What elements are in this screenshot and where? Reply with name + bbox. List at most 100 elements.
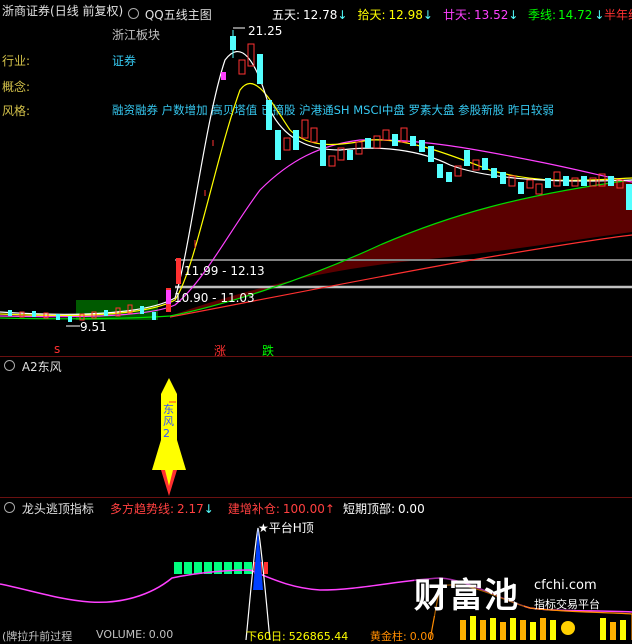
- candle: [608, 176, 614, 186]
- smiley-icon: [561, 621, 575, 635]
- footer-left: (牌拉升前过程: [2, 630, 73, 643]
- candle: [283, 137, 291, 151]
- candle: [428, 146, 434, 162]
- orange-block: [530, 622, 536, 640]
- panel-divider-1: [0, 356, 632, 357]
- candle: [152, 312, 156, 320]
- candle: [392, 134, 398, 146]
- orange-block: [470, 616, 476, 640]
- candle: [382, 129, 390, 141]
- candle: [563, 176, 569, 186]
- orange-block: [480, 620, 486, 640]
- orange-block: [620, 620, 626, 640]
- candle: [553, 171, 561, 187]
- volume-label: VOLUME:: [96, 628, 146, 641]
- candle: [400, 127, 408, 143]
- platform-text: 平台H顶: [268, 521, 314, 535]
- add-value: 100.00: [282, 502, 325, 516]
- volume-value: 0.00: [148, 628, 174, 641]
- candle: [68, 316, 72, 322]
- ma60-vol-label: 下60日:: [246, 630, 286, 643]
- candle: [140, 306, 144, 314]
- low-price-label: 9.51: [80, 320, 107, 334]
- candle: [482, 158, 488, 170]
- platform-top-label: ★平台H顶: [258, 519, 314, 536]
- watermark-site: cfchi.com: [534, 578, 597, 593]
- gold-label: 黄金柱:: [370, 630, 407, 643]
- band-upper-label: 11.99 - 12.13: [184, 264, 265, 278]
- candle: [410, 136, 416, 146]
- orange-block: [500, 622, 506, 640]
- orange-block: [460, 620, 466, 640]
- panel3-header[interactable]: 龙头逃顶指标: [4, 500, 94, 517]
- candle: [365, 138, 371, 148]
- candle: [518, 182, 524, 194]
- candle: [56, 314, 60, 320]
- candle: [446, 172, 452, 182]
- candle: [545, 178, 551, 188]
- candle: [257, 54, 263, 84]
- band-lower-label: 10.90 - 11.03: [174, 291, 255, 305]
- candle: [221, 72, 226, 80]
- candle: [373, 135, 381, 149]
- radio-icon: [4, 360, 15, 371]
- candle: [464, 150, 470, 166]
- high-price-label: 21.25: [248, 24, 283, 38]
- candle: [526, 179, 534, 189]
- footer-gold: 黄金柱: 0.00: [370, 628, 434, 644]
- orange-block: [540, 618, 546, 640]
- orange-block: [600, 618, 606, 640]
- candle: [8, 310, 12, 316]
- ma60-vol-value: 526865.44: [288, 630, 349, 643]
- marker-block: [176, 262, 181, 280]
- candle: [626, 184, 632, 210]
- panel2-title: A2东风: [21, 360, 62, 374]
- candle: [320, 140, 326, 166]
- candle: [247, 43, 255, 67]
- candles: [8, 30, 632, 322]
- orange-block: [490, 618, 496, 640]
- candle: [328, 155, 336, 167]
- trend-arrow: ↓: [203, 502, 214, 516]
- candle: [293, 130, 299, 150]
- footer-volume: VOLUME: 0.00: [96, 628, 173, 641]
- add-label: 建增补仓:: [227, 502, 280, 516]
- orange-block: [520, 620, 526, 640]
- candle: [500, 172, 506, 184]
- panel3-title: 龙头逃顶指标: [21, 502, 94, 516]
- zhang-marker: 涨: [214, 344, 227, 358]
- trend-label: 多方趋势线:: [110, 502, 175, 516]
- candle: [266, 100, 272, 130]
- marker-block: [166, 290, 171, 304]
- candle: [347, 150, 353, 160]
- candle: [275, 130, 281, 160]
- watermark-slogan: 指标交易平台: [534, 598, 600, 611]
- rocket-text: 东风2: [163, 403, 174, 440]
- candle: [419, 140, 425, 152]
- footer-ma60: 下60日: 526865.44: [246, 628, 348, 644]
- candle: [238, 59, 246, 75]
- candle: [437, 164, 443, 178]
- short-top-label: 短期顶部:: [342, 502, 395, 516]
- candle: [581, 176, 587, 186]
- radio-icon: [4, 502, 15, 513]
- short-top-value: 0.00: [397, 502, 425, 516]
- add-arrow: ↑: [324, 502, 335, 516]
- candle: [301, 119, 309, 139]
- panel2-header[interactable]: A2东风: [4, 358, 62, 375]
- candle: [32, 311, 36, 317]
- candle: [310, 127, 318, 143]
- star-icon: ★: [258, 521, 269, 535]
- gold-value: 0.00: [409, 630, 435, 643]
- orange-block: [610, 622, 616, 640]
- candle: [535, 183, 543, 195]
- panel-divider-2: [0, 497, 632, 498]
- die-marker: 跌: [262, 344, 275, 358]
- s-marker: s: [54, 342, 61, 356]
- orange-block: [550, 620, 556, 640]
- panel3-legend: 多方趋势线: 2.17↓ 建增补仓: 100.00↑ 短期顶部: 0.00: [110, 500, 425, 517]
- orange-block: [510, 618, 516, 640]
- watermark-brand: 财富池: [414, 576, 519, 616]
- trend-value: 2.17: [177, 502, 204, 516]
- candle: [491, 168, 497, 178]
